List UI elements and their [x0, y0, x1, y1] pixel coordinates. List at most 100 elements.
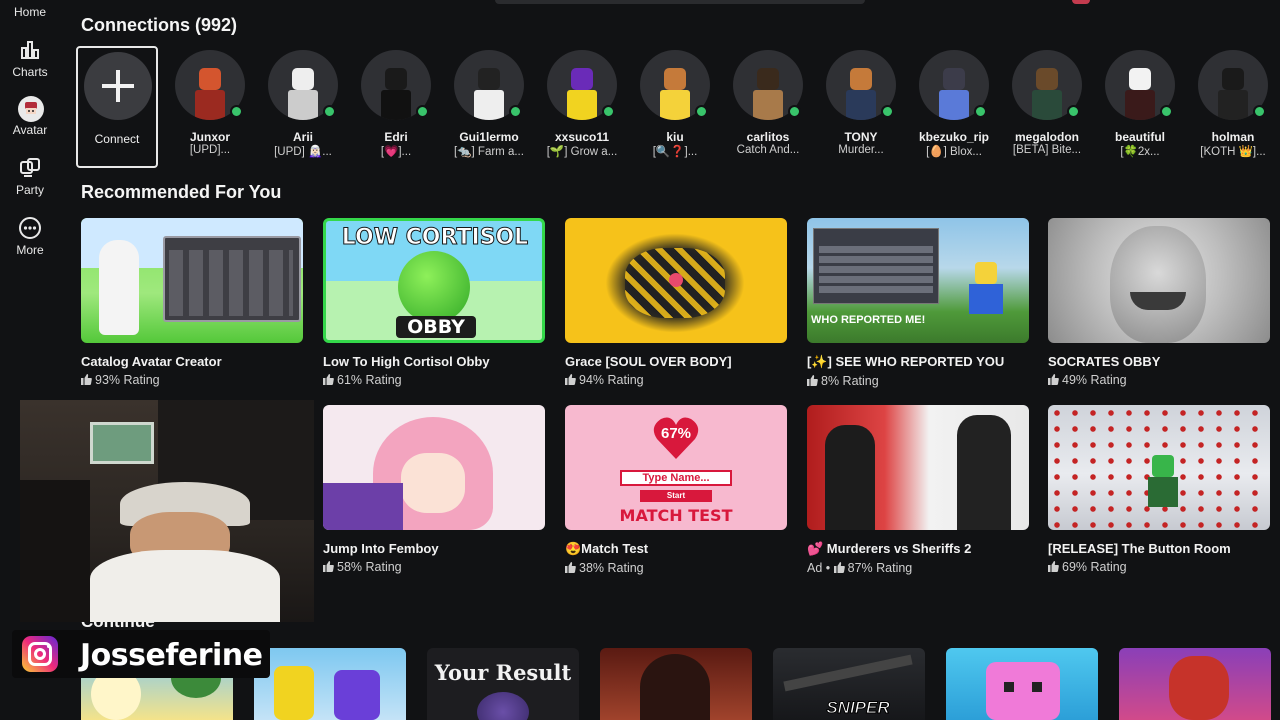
ad-label: Ad •	[807, 561, 834, 575]
friend-item[interactable]: beautiful [🍀2x...	[1095, 50, 1185, 158]
game-thumbnail: LOW CORTISOL OBBY	[323, 218, 545, 343]
friend-avatar-wrap	[1105, 50, 1175, 120]
game-rating: 61% Rating	[323, 373, 545, 387]
nav-avatar-label: Avatar	[12, 123, 48, 137]
game-card[interactable]: 67% Type Name... Start MATCH TEST 😍Match…	[565, 405, 787, 575]
connect-label: Connect	[94, 132, 140, 146]
streamer-name: Josseferine	[80, 638, 263, 673]
nav-more-label: More	[16, 243, 44, 257]
game-card[interactable]: [RELEASE] The Button Room 69% Rating	[1048, 405, 1270, 574]
game-title: Low To High Cortisol Obby	[323, 354, 490, 369]
friend-avatar-wrap	[733, 50, 803, 120]
connect-button[interactable]: Connect	[76, 46, 158, 168]
continue-tile[interactable]: SNIPER	[773, 648, 925, 720]
friend-item[interactable]: kiu [🔍❓]...	[630, 50, 720, 158]
game-thumbnail	[1048, 218, 1270, 343]
game-rating: 93% Rating	[81, 373, 303, 387]
friend-item[interactable]: Arii [UPD] 🧝🏻‍♀️...	[258, 50, 348, 158]
game-card[interactable]: Grace [SOUL OVER BODY] 94% Rating	[565, 218, 787, 387]
friend-status: [🌱] Grow a...	[546, 146, 618, 158]
nav-avatar[interactable]: Avatar	[0, 96, 60, 137]
online-indicator-icon	[416, 105, 429, 118]
thumbs-up-icon	[1048, 374, 1059, 385]
game-title: 💕 Murderers vs Sheriffs 2	[807, 541, 972, 556]
nav-charts[interactable]: Charts	[0, 38, 60, 79]
continue-tile[interactable]	[254, 648, 406, 720]
nav-party-label: Party	[15, 183, 44, 197]
friend-item[interactable]: xxsuco11 [🌱] Grow a...	[537, 50, 627, 158]
thumbs-up-icon	[565, 374, 576, 385]
search-bar[interactable]	[495, 0, 865, 4]
game-title: Catalog Avatar Creator	[81, 354, 222, 369]
friend-avatar-wrap	[454, 50, 524, 120]
thumbs-up-icon	[81, 374, 92, 385]
game-rating: 58% Rating	[323, 560, 545, 574]
friend-name: carlitos	[746, 130, 790, 144]
game-title: 😍Match Test	[565, 541, 649, 556]
friend-status: [🐀] Farm a...	[454, 146, 524, 158]
online-indicator-icon	[1253, 105, 1266, 118]
nav-charts-label: Charts	[12, 65, 48, 79]
online-indicator-icon	[974, 105, 987, 118]
game-title: Grace [SOUL OVER BODY]	[565, 354, 732, 369]
user-avatar-button[interactable]	[1072, 0, 1090, 4]
nav-more[interactable]: More	[0, 216, 60, 257]
game-card[interactable]: WHO REPORTED ME! [✨] SEE WHO REPORTED YO…	[807, 218, 1029, 388]
friend-status: [💗]...	[380, 146, 412, 158]
friend-item[interactable]: Junxor [UPD]...	[165, 50, 255, 156]
friend-item[interactable]: holman [KOTH 👑]...	[1188, 50, 1278, 158]
friend-avatar-wrap	[1198, 50, 1268, 120]
game-card[interactable]: Catalog Avatar Creator 93% Rating	[81, 218, 303, 387]
friend-avatar-wrap	[640, 50, 710, 120]
game-title: [✨] SEE WHO REPORTED YOU	[807, 354, 1005, 369]
nav-party[interactable]: Party	[0, 156, 60, 197]
friend-status: [🍀2x...	[1120, 146, 1160, 158]
game-rating: 94% Rating	[565, 373, 787, 387]
thumbs-up-icon	[565, 562, 576, 573]
game-rating: 8% Rating	[807, 374, 1029, 388]
game-card[interactable]: Jump Into Femboy 58% Rating	[323, 405, 545, 574]
game-thumbnail	[323, 405, 545, 530]
online-indicator-icon	[509, 105, 522, 118]
nav-home-label: Home	[13, 5, 46, 19]
online-indicator-icon	[230, 105, 243, 118]
game-card[interactable]: SOCRATES OBBY 49% Rating	[1048, 218, 1270, 387]
continue-tile[interactable]	[946, 648, 1098, 720]
friend-avatar-wrap	[268, 50, 338, 120]
friend-status: [UPD]...	[189, 144, 231, 156]
friend-status: [KOTH 👑]...	[1200, 146, 1266, 158]
connections-title[interactable]: Connections (992)	[81, 15, 237, 36]
friend-item[interactable]: Gui1lermo [🐀] Farm a...	[444, 50, 534, 158]
game-title: Jump Into Femboy	[323, 541, 439, 556]
online-indicator-icon	[695, 105, 708, 118]
online-indicator-icon	[323, 105, 336, 118]
friend-item[interactable]: kbezuko_rip [🥚] Blox...	[909, 50, 999, 158]
friend-item[interactable]: carlitos Catch And...	[723, 50, 813, 156]
friend-item[interactable]: megalodon [BETA] Bite...	[1002, 50, 1092, 156]
friend-item[interactable]: Edri [💗]...	[351, 50, 441, 158]
nav-home[interactable]: Home	[0, 5, 60, 19]
friend-name: TONY	[844, 130, 878, 144]
thumb-headline: WHO REPORTED ME!	[811, 314, 926, 326]
thumb-headline: MATCH TEST	[619, 506, 733, 525]
thumb-input: Type Name...	[620, 470, 732, 486]
continue-tile[interactable]: Your Result	[427, 648, 579, 720]
thumbs-up-icon	[323, 374, 334, 385]
thumb-start: Start	[640, 490, 712, 502]
continue-tile[interactable]	[600, 648, 752, 720]
continue-tile[interactable]	[1119, 648, 1271, 720]
friend-status: Murder...	[838, 144, 884, 156]
friend-avatar-wrap	[919, 50, 989, 120]
thumbs-up-icon	[323, 561, 334, 572]
friend-item[interactable]: TONY Murder...	[816, 50, 906, 156]
recommended-title[interactable]: Recommended For You	[81, 182, 281, 203]
game-card[interactable]: LOW CORTISOL OBBY Low To High Cortisol O…	[323, 218, 545, 387]
friend-status: [BETA] Bite...	[1012, 144, 1082, 156]
online-indicator-icon	[1160, 105, 1173, 118]
game-card[interactable]: 💕 Murderers vs Sheriffs 2 Ad • 87% Ratin…	[807, 405, 1029, 575]
friend-avatar-wrap	[1012, 50, 1082, 120]
friend-name: Junxor	[189, 130, 230, 144]
friend-name: holman	[1211, 130, 1255, 144]
game-thumbnail	[565, 218, 787, 343]
streamer-tag: Josseferine	[12, 630, 270, 678]
